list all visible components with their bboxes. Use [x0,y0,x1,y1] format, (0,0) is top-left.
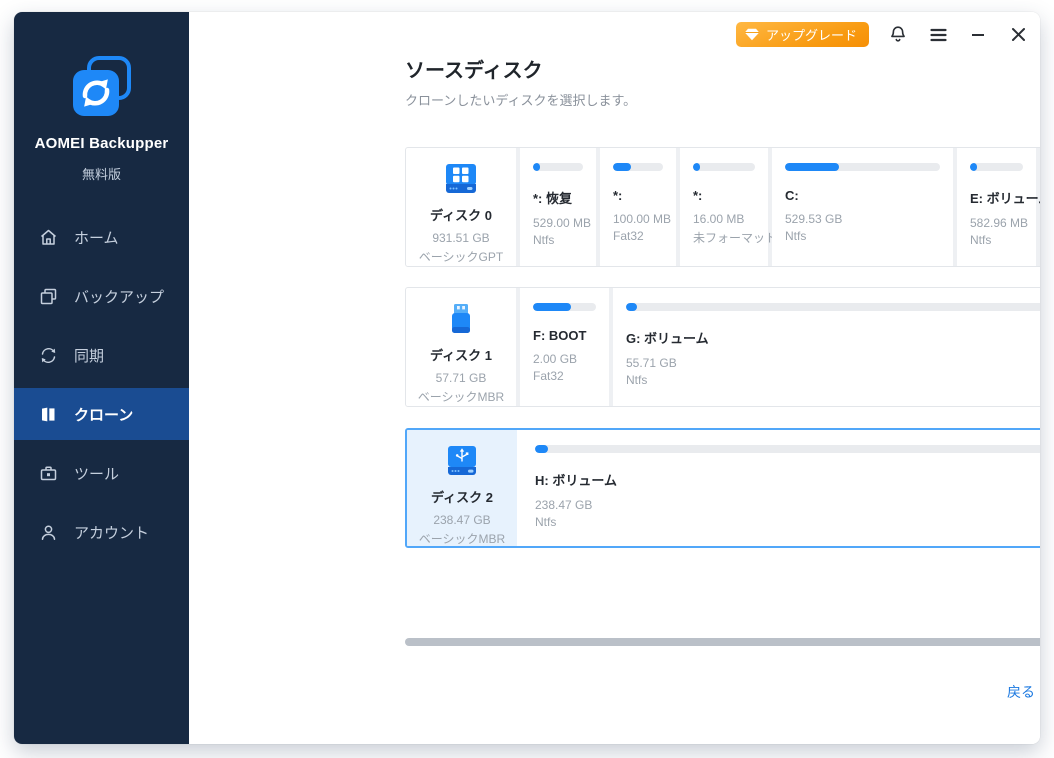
sidebar-item-backup[interactable]: バックアップ [14,270,189,322]
app-window: AOMEI Backupper 無料版 ホーム バックアップ 同期 [14,12,1040,744]
partition-cell[interactable]: *: 16.00 MB 未フォーマット [680,148,768,266]
disk-type: ベーシックMBR [407,530,517,547]
sidebar-item-sync[interactable]: 同期 [14,329,189,381]
main-content: アップグレード ソースディスク クローンしたいディスクを選択します。 1 [189,12,1040,744]
disk-name: ディスク 0 [406,205,516,224]
usage-bar [785,163,940,171]
disk-info: ディスク 2 238.47 GB ベーシックMBR [407,430,517,546]
partition-cell[interactable]: *: 100.00 MB Fat32 [600,148,676,266]
sidebar-item-label: 同期 [74,345,104,366]
usb-stick-icon [442,303,480,335]
usage-bar [535,445,1040,453]
sidebar-item-account[interactable]: アカウント [14,506,189,558]
disk-name: ディスク 2 [407,487,517,506]
aomei-logo-icon [71,56,133,118]
disk-name: ディスク 1 [406,345,516,364]
horizontal-scrollbar[interactable] [405,638,1040,646]
disk-row-1[interactable]: ディスク 1 57.71 GB ベーシックMBR F: BOOT 2.00 GB… [405,287,1040,407]
sidebar-item-label: ホーム [74,227,119,248]
usage-bar [533,303,596,311]
usage-bar [533,163,583,171]
page-subtitle: クローンしたいディスクを選択します。 [405,90,636,109]
disk-type: ベーシックGPT [406,248,516,265]
disk-size: 931.51 GB [406,231,516,245]
partition-cell[interactable]: C: 529.53 GB Ntfs [772,148,953,266]
account-icon [39,523,58,542]
hamburger-menu-icon[interactable] [928,25,948,45]
disk-size: 238.47 GB [407,513,517,527]
bell-icon[interactable] [888,25,908,45]
gem-icon [744,28,760,41]
upgrade-label: アップグレード [766,25,857,44]
disk-info: ディスク 1 57.71 GB ベーシックMBR [406,288,516,406]
sidebar-item-tools[interactable]: ツール [14,447,189,499]
usage-bar [970,163,1023,171]
sidebar-item-label: クローン [74,404,133,425]
sidebar-item-home[interactable]: ホーム [14,211,189,263]
disk-row-0[interactable]: ディスク 0 931.51 GB ベーシックGPT *: 恢复 529.00 M… [405,147,1040,267]
back-button[interactable]: 戻る [991,682,1040,702]
usb-disk-icon [443,445,481,477]
usage-bar [613,163,663,171]
usage-bar [693,163,755,171]
sync-icon [39,346,58,365]
clone-icon [39,405,58,424]
partition-cell[interactable]: *: 恢复 529.00 MB Ntfs [520,148,596,266]
titlebar-controls: アップグレード [736,22,1028,47]
hard-disk-icon [442,163,480,195]
tools-icon [39,464,58,483]
sidebar-item-label: ツール [74,463,119,484]
disk-type: ベーシックMBR [406,388,516,405]
partition-cell[interactable]: E: ボリューム 582.96 MB Ntfs [957,148,1036,266]
partition-cell[interactable]: H: ボリューム 238.47 GB Ntfs [522,430,1040,546]
home-icon [39,228,58,247]
sidebar: AOMEI Backupper 無料版 ホーム バックアップ 同期 [14,12,189,744]
sidebar-nav: ホーム バックアップ 同期 クローン [14,211,189,565]
disk-size: 57.71 GB [406,371,516,385]
partition-cell[interactable]: F: BOOT 2.00 GB Fat32 [520,288,609,406]
app-edition: 無料版 [14,164,189,183]
backup-icon [39,287,58,306]
app-logo: AOMEI Backupper 無料版 [14,56,189,183]
sidebar-item-label: バックアップ [74,286,164,307]
disk-row-2-selected[interactable]: ディスク 2 238.47 GB ベーシックMBR H: ボリューム 238.4… [405,428,1040,548]
minimize-icon[interactable] [968,25,988,45]
sidebar-item-label: アカウント [74,522,149,543]
close-icon[interactable] [1008,25,1028,45]
page-title: ソースディスク [405,54,543,83]
usage-bar [626,303,1040,311]
partition-cell[interactable]: G: ボリューム 55.71 GB Ntfs [613,288,1040,406]
sidebar-item-clone[interactable]: クローン [14,388,189,440]
upgrade-button[interactable]: アップグレード [736,22,869,47]
app-name: AOMEI Backupper [14,135,189,152]
disk-info: ディスク 0 931.51 GB ベーシックGPT [406,148,516,266]
